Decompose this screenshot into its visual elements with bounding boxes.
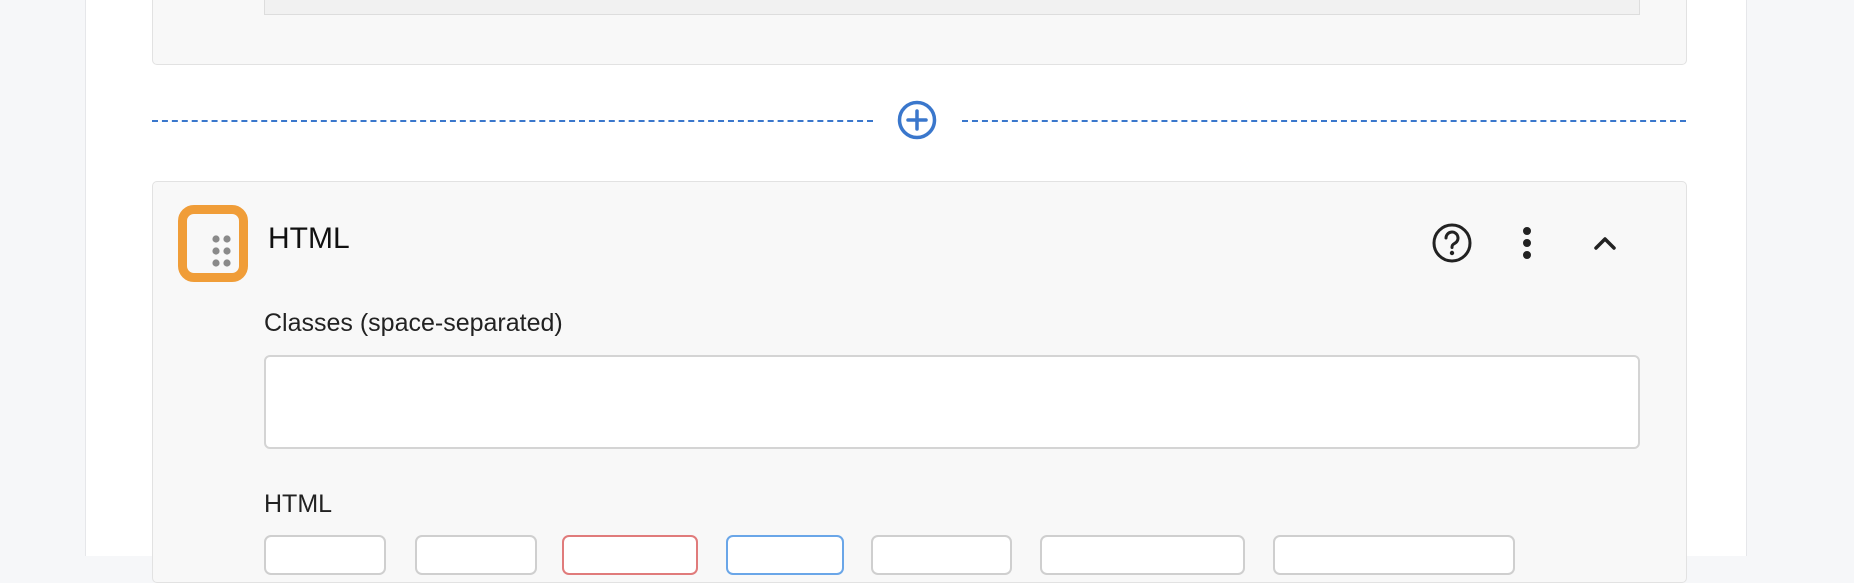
html-label: HTML [264,490,333,518]
editor-toolbar-button[interactable] [1273,535,1515,575]
previous-block-field [264,0,1640,15]
plus-circle-icon [897,100,937,140]
help-circle-icon [1432,223,1472,263]
drag-handle[interactable] [178,205,248,282]
editor-toolbar-button[interactable] [264,535,386,575]
classes-input[interactable] [264,355,1640,449]
drag-handle-icon [212,235,231,267]
editor-toolbar-button[interactable] [1040,535,1245,575]
chevron-up-icon [1594,237,1616,250]
collapse-button[interactable] [1582,220,1628,266]
previous-block-panel [152,0,1687,65]
more-vertical-icon [1523,227,1531,259]
editor-page: HTML Classes (space-separated) HTML [85,0,1747,583]
block-title: HTML [268,222,350,255]
editor-toolbar-button-danger[interactable] [562,535,698,575]
more-options-button[interactable] [1512,220,1542,266]
editor-toolbar-button[interactable] [415,535,537,575]
classes-label: Classes (space-separated) [264,309,563,337]
editor-toolbar-button[interactable] [871,535,1012,575]
add-block-button[interactable] [897,100,937,140]
insert-divider-right [962,120,1686,122]
editor-toolbar-button-active[interactable] [726,535,844,575]
help-button[interactable] [1429,220,1475,266]
insert-divider-left [152,120,873,122]
